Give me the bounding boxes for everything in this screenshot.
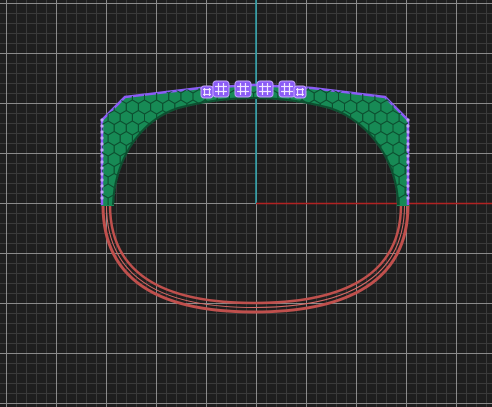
selection-vertex	[100, 148, 104, 152]
selection-vertex	[406, 196, 410, 200]
selection-vertex	[100, 178, 104, 182]
selection-vertex	[100, 154, 104, 158]
selection-vertex	[100, 118, 104, 122]
selection-vertex	[100, 142, 104, 146]
selection-vertex	[406, 136, 410, 140]
prong-body	[200, 85, 214, 99]
selection-vertex	[406, 160, 410, 164]
prong-5[interactable]	[200, 85, 214, 99]
selection-vertex	[406, 130, 410, 134]
selection-vertex	[100, 160, 104, 164]
selection-vertex	[100, 166, 104, 170]
prong-1[interactable]	[212, 80, 230, 98]
prong-4[interactable]	[278, 80, 296, 98]
selection-vertex	[406, 124, 410, 128]
prong-body	[234, 80, 252, 98]
selection-vertex	[406, 172, 410, 176]
selection-vertex	[406, 154, 410, 158]
viewport-canvas[interactable]	[0, 0, 492, 407]
selection-vertex	[100, 130, 104, 134]
selection-vertex	[100, 190, 104, 194]
prong-body	[212, 80, 230, 98]
selection-vertex	[406, 166, 410, 170]
selection-vertex	[100, 172, 104, 176]
selection-vertex	[100, 184, 104, 188]
selection-vertex	[406, 142, 410, 146]
viewport-3d[interactable]	[0, 0, 492, 407]
prong-body	[293, 85, 307, 99]
prong-6[interactable]	[293, 85, 307, 99]
prong-2[interactable]	[234, 80, 252, 98]
prong-body	[256, 80, 274, 98]
selection-vertex	[406, 184, 410, 188]
selection-vertex	[406, 148, 410, 152]
selection-vertex	[406, 190, 410, 194]
selection-vertex	[100, 124, 104, 128]
selection-vertex	[100, 196, 104, 200]
selection-vertex	[406, 178, 410, 182]
prong-body	[278, 80, 296, 98]
selection-vertex	[406, 118, 410, 122]
selection-vertex	[100, 136, 104, 140]
prong-3[interactable]	[256, 80, 274, 98]
